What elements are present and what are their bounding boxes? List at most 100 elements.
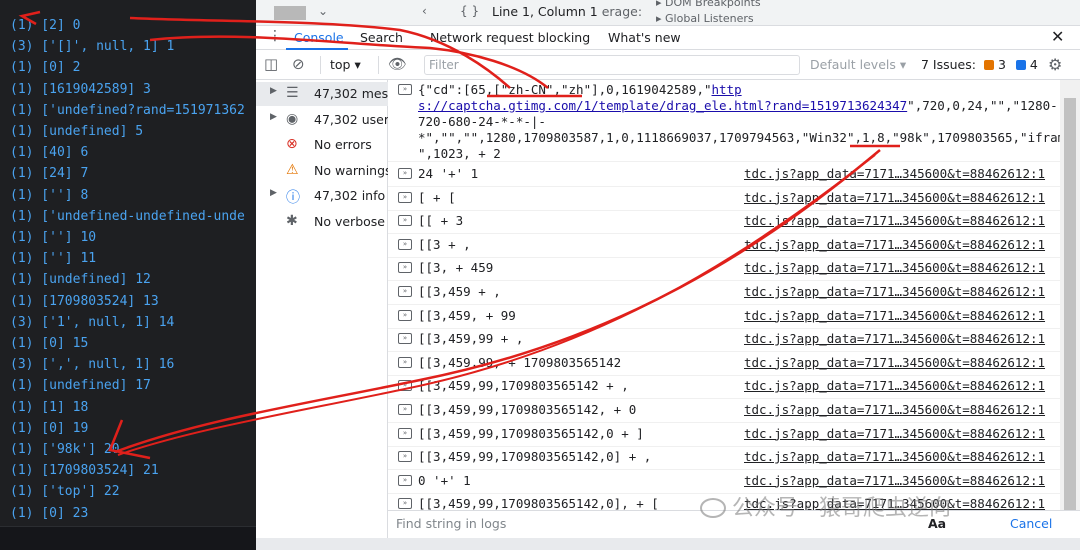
- log-entry[interactable]: » [[3 + , tdc.js?app_data=7171…345600&t=88…: [388, 235, 1060, 258]
- eye-icon[interactable]: 👁: [388, 55, 407, 73]
- log-source-link[interactable]: tdc.js?app_data=7171…345600&t=88462612:1: [744, 331, 1045, 346]
- sidebar-item-label: No warnings: [314, 163, 392, 178]
- terminal-line: (1) [''] 10: [10, 230, 97, 245]
- log-source-link[interactable]: tdc.js?app_data=7171…345600&t=88462612:1: [744, 449, 1045, 464]
- sidebar-item-errors[interactable]: ⊗ No errors: [256, 133, 388, 157]
- horizontal-scrollbar[interactable]: [274, 6, 306, 20]
- global-listeners-label[interactable]: ▸ Global Listeners: [656, 12, 754, 25]
- log-source-link[interactable]: tdc.js?app_data=7171…345600&t=88462612:1: [744, 308, 1045, 323]
- log-source-link[interactable]: tdc.js?app_data=7171…345600&t=88462612:1: [744, 426, 1045, 441]
- top-strip: ⌄ ‹ { } Line 1, Column 1 erage: ▸ DOM Br…: [256, 0, 1080, 26]
- terminal-line: (3) [',', null, 1] 16: [10, 357, 175, 373]
- close-icon[interactable]: ✕: [1051, 27, 1064, 46]
- console-toolbar: ◫ ⊘ top ▾ 👁 Filter Default levels ▾ 7 Is…: [256, 50, 1080, 80]
- expand-log-icon[interactable]: »: [398, 309, 412, 321]
- log-entry[interactable]: » [ + [tdc.js?app_data=7171…345600&t=8846…: [388, 188, 1060, 211]
- find-string-input[interactable]: Find string in logs: [396, 516, 506, 531]
- terminal-line: (1) [40] 6: [10, 145, 89, 161]
- warning-issue-icon: [983, 60, 994, 70]
- expand-log-icon[interactable]: »: [398, 84, 412, 95]
- gear-icon[interactable]: ⚙: [1048, 55, 1062, 74]
- log-entry[interactable]: » [[3,459,99,1709803565142,0 + ] tdc.js?ap…: [388, 424, 1060, 447]
- log-entry[interactable]: » 24 '+' 1 tdc.js?app_data=7171…345600&t=8…: [388, 164, 1060, 187]
- expand-log-icon[interactable]: »: [398, 286, 412, 297]
- more-tabs-icon[interactable]: ⋮: [268, 28, 282, 44]
- log-entry-cd-object[interactable]: » {"cd":[65,["zh-CN","zh"],0,1619042589,…: [388, 80, 1060, 162]
- tab-console[interactable]: Console: [294, 30, 344, 45]
- log-source-link[interactable]: tdc.js?app_data=7171…345600&t=88462612:1: [744, 166, 1045, 181]
- log-message: [[3, + 459: [418, 260, 494, 276]
- expand-log-icon[interactable]: »: [398, 168, 412, 179]
- expand-log-icon[interactable]: »: [398, 498, 412, 510]
- expand-log-icon[interactable]: »: [398, 262, 412, 274]
- expand-log-icon[interactable]: »: [398, 404, 412, 415]
- scrollbar-thumb[interactable]: [1064, 98, 1076, 518]
- log-source-link[interactable]: tdc.js?app_data=7171…345600&t=88462612:1: [744, 473, 1045, 488]
- tab-network-request-blocking[interactable]: Network request blocking: [430, 30, 590, 45]
- log-entry[interactable]: » [[3,459,99, + 1709803565142 tdc.js?app_d…: [388, 353, 1060, 376]
- log-entry[interactable]: » [[3,459,99,1709803565142, + 0 tdc.js?app…: [388, 400, 1060, 423]
- filter-input[interactable]: Filter: [424, 55, 800, 75]
- console-scrollbar[interactable]: [1060, 80, 1080, 518]
- bottom-strip: [256, 538, 1080, 550]
- terminal-line: (1) [0] 23: [10, 505, 89, 521]
- expand-arrow-icon[interactable]: ▶: [270, 112, 277, 122]
- context-selector[interactable]: top ▾: [330, 57, 361, 72]
- list-icon: ☰: [286, 85, 299, 101]
- issues-counter[interactable]: 7 Issues: 3 4: [921, 57, 1038, 72]
- expand-arrow-icon[interactable]: ▶: [270, 188, 277, 198]
- log-entry[interactable]: » [[3,459,99,1709803565142 + , tdc.js?app_…: [388, 376, 1060, 400]
- dropdown-icon[interactable]: ⌄: [318, 4, 328, 18]
- expand-log-icon[interactable]: »: [398, 451, 412, 463]
- tab-search[interactable]: Search: [360, 30, 403, 45]
- terminal-top-strip: [0, 0, 256, 14]
- sidebar-item-messages[interactable]: ▶ ☰ 47,302 mes...: [256, 82, 400, 106]
- expand-log-icon[interactable]: »: [398, 380, 412, 392]
- sidebar-item-user-messages[interactable]: ▶ ◉ 47,302 user...: [256, 108, 400, 132]
- log-entry[interactable]: » [[3,459,99 + , tdc.js?app_data=7171…3456…: [388, 329, 1060, 353]
- watermark: 公众号 · 猿哥爬虫逆向: [700, 490, 951, 522]
- log-source-link[interactable]: tdc.js?app_data=7171…345600&t=88462612:1: [744, 355, 1045, 370]
- terminal-line: (3) ['1', null, 1] 14: [10, 314, 175, 330]
- chevron-left-icon[interactable]: ‹: [422, 4, 427, 18]
- terminal-line: (1) [0] 2: [10, 60, 81, 76]
- log-entry[interactable]: » [[3,459 + , tdc.js?app_data=7171…345600&…: [388, 282, 1060, 305]
- clear-console-icon[interactable]: ⊘: [292, 55, 305, 73]
- expand-log-icon[interactable]: »: [398, 333, 412, 345]
- expand-arrow-icon[interactable]: ▶: [270, 86, 277, 96]
- expand-log-icon[interactable]: »: [398, 427, 412, 439]
- expand-log-icon[interactable]: »: [398, 215, 412, 227]
- expand-log-icon[interactable]: »: [398, 474, 412, 486]
- dom-breakpoints-label[interactable]: ▸ DOM Breakpoints: [656, 0, 761, 9]
- drawer-tab-bar: ⋮ Console Search Network request blockin…: [256, 26, 1080, 50]
- cancel-button[interactable]: Cancel: [1010, 516, 1052, 531]
- log-entry[interactable]: » [[3,459,99,1709803565142,0] + , tdc.js?a…: [388, 447, 1060, 471]
- expand-log-icon[interactable]: »: [398, 356, 412, 368]
- terminal-line: (1) ['undefined?rand=151971362: [10, 102, 245, 118]
- log-source-link[interactable]: tdc.js?app_data=7171…345600&t=88462612:1: [744, 213, 1045, 228]
- log-message: [[3,459,99,1709803565142 + ,: [418, 378, 629, 394]
- info-issue-icon: [1015, 60, 1026, 70]
- log-entry[interactable]: » [[3,459, + 99 tdc.js?app_data=7171…34560…: [388, 306, 1060, 329]
- sidebar-item-verbose[interactable]: ✱ No verbose: [256, 210, 388, 234]
- expand-log-icon[interactable]: »: [398, 238, 412, 250]
- log-message: [[3,459,99,1709803565142, + 0: [418, 402, 637, 417]
- log-levels-dropdown[interactable]: Default levels ▾: [810, 57, 906, 72]
- sidebar-item-warnings[interactable]: ⚠ No warnings: [256, 159, 392, 183]
- log-source-link[interactable]: tdc.js?app_data=7171…345600&t=88462612:1: [744, 190, 1045, 205]
- bug-icon: ✱: [286, 213, 298, 229]
- log-source-link[interactable]: tdc.js?app_data=7171…345600&t=88462612:1: [744, 260, 1045, 275]
- curly-braces-icon[interactable]: { }: [460, 4, 479, 18]
- log-source-link[interactable]: tdc.js?app_data=7171…345600&t=88462612:1: [744, 378, 1045, 393]
- expand-log-icon[interactable]: »: [398, 191, 412, 203]
- log-source-link[interactable]: tdc.js?app_data=7171…345600&t=88462612:1: [744, 237, 1045, 252]
- log-entry[interactable]: » [[3, + 459 tdc.js?app_data=7171…345600&t…: [388, 258, 1060, 282]
- log-entry[interactable]: » [[ + 3 tdc.js?app_data=7171…345600&t=884…: [388, 211, 1060, 235]
- error-icon: ⊗: [286, 136, 298, 152]
- log-source-link[interactable]: tdc.js?app_data=7171…345600&t=88462612:1: [744, 284, 1045, 299]
- cursor-position: Line 1, Column 1 erage:: [492, 4, 643, 19]
- tab-whats-new[interactable]: What's new: [608, 30, 681, 45]
- sidebar-toggle-icon[interactable]: ◫: [264, 55, 278, 73]
- log-source-link[interactable]: tdc.js?app_data=7171…345600&t=88462612:1: [744, 402, 1045, 417]
- sidebar-item-info[interactable]: ▶ ⓘ 47,302 info: [256, 184, 388, 208]
